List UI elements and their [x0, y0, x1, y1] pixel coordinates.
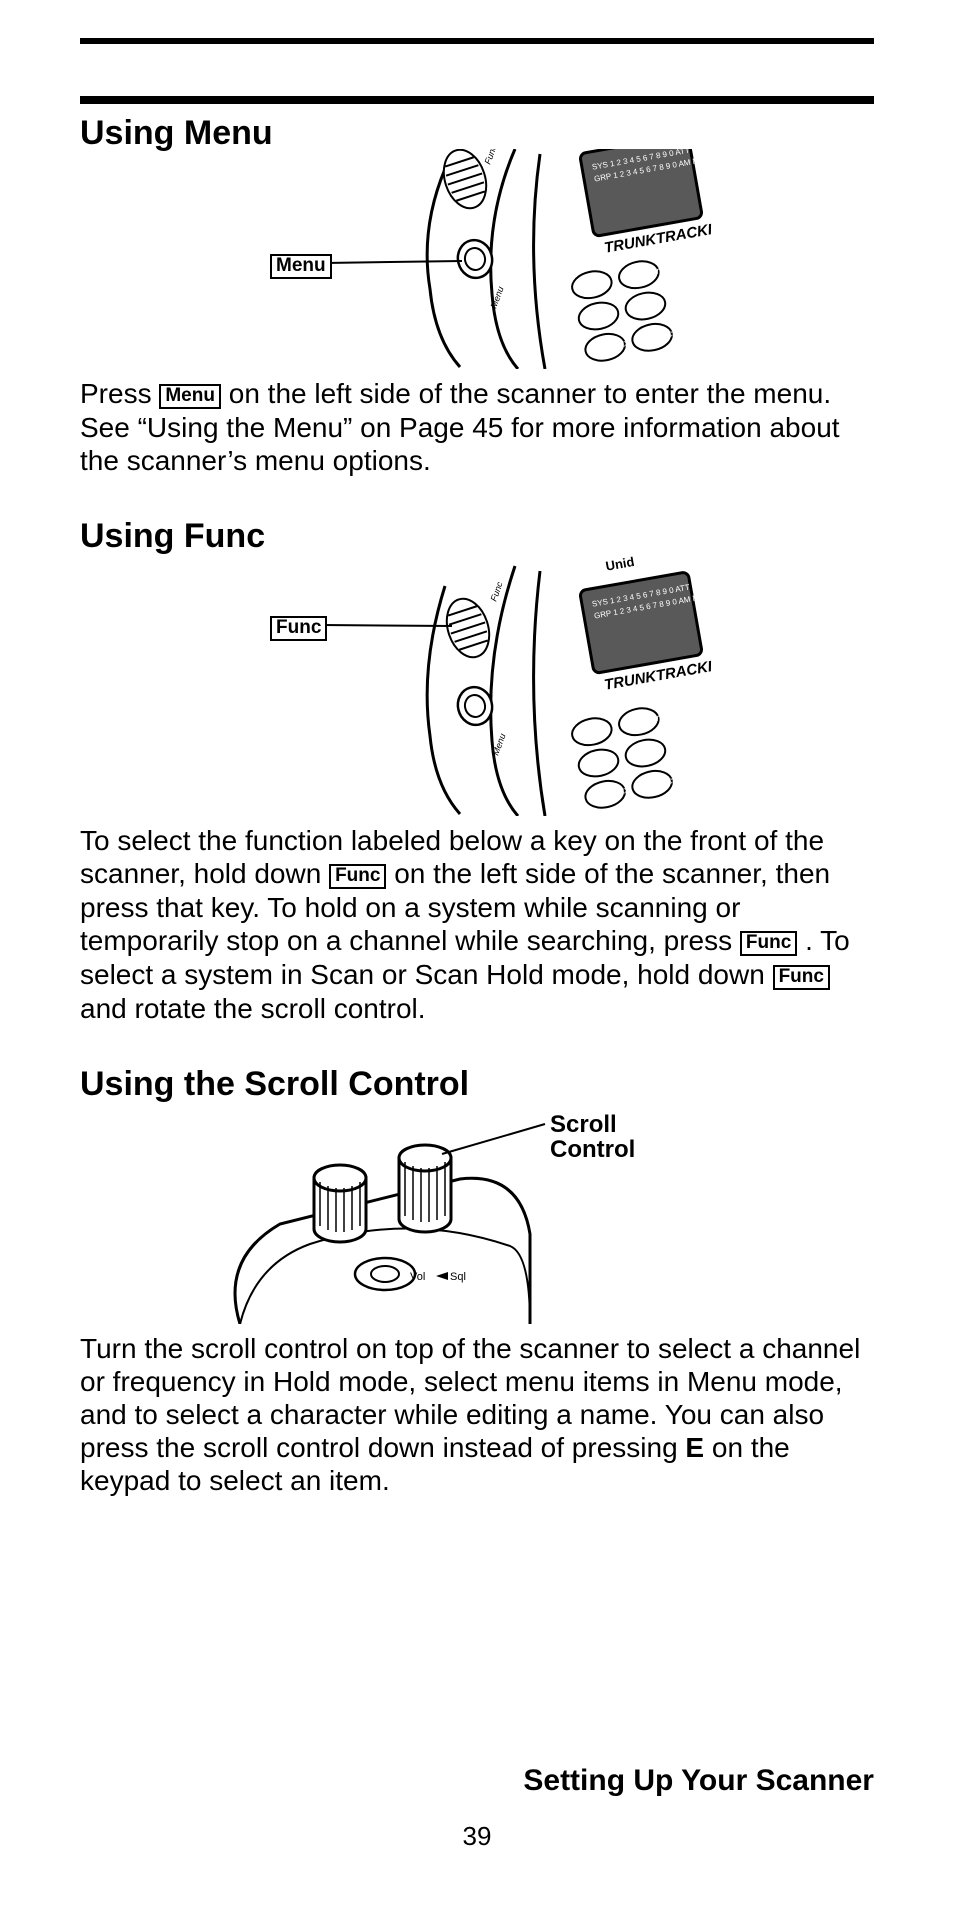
svg-text:Rcl: Rcl: [661, 774, 677, 787]
scanner-side-drawing: Func Menu SYS 1 2 3 4 5 6 7 8 9 0 ATT PR…: [270, 149, 810, 369]
key-func-inline-2: Func: [740, 931, 797, 956]
top-double-rule: [80, 38, 874, 44]
svg-text:Rcl: Rcl: [661, 327, 677, 340]
svg-text:Sql: Sql: [450, 1271, 466, 1283]
figure-func-label: Func: [270, 616, 327, 641]
footer-section-title: Setting Up Your Scanner: [523, 1764, 874, 1798]
heading-using-func: Using Func: [80, 517, 874, 556]
key-func-inline-3: Func: [773, 965, 830, 990]
figure-scroll: Scroll Control Vol Sql: [210, 1104, 710, 1324]
svg-text:Unid: Unid: [604, 556, 635, 574]
scanner-side-drawing-2: Func Menu Unid SYS 1 2 3 4 5 6 7 8 9 0 A…: [270, 556, 810, 816]
key-func-inline-1: Func: [329, 864, 386, 889]
figure-menu: Menu Func Menu: [270, 149, 810, 369]
svg-text:Func: Func: [482, 149, 498, 166]
svg-text:Vol: Vol: [410, 1271, 425, 1283]
paragraph-using-menu: Press Menu on the left side of the scann…: [80, 377, 874, 477]
key-menu-inline: Menu: [159, 384, 221, 409]
p2-text-d: and rotate the scroll control.: [80, 993, 426, 1024]
paragraph-using-func: To select the function labeled below a k…: [80, 824, 874, 1025]
svg-text:Pri: Pri: [650, 265, 664, 277]
svg-text:Func: Func: [488, 580, 504, 603]
p1-text-a: Press: [80, 378, 159, 409]
key-e-inline: E: [685, 1432, 704, 1463]
paragraph-scroll: Turn the scroll control on top of the sc…: [80, 1332, 874, 1497]
figure-func: Func Func Menu: [270, 556, 810, 816]
page-number: 39: [0, 1821, 954, 1852]
svg-text:Pri: Pri: [650, 712, 664, 724]
figure-menu-label: Menu: [270, 254, 332, 279]
heading-using-menu: Using Menu: [80, 114, 874, 153]
figure-scroll-label: Scroll Control: [550, 1112, 670, 1162]
heading-scroll: Using the Scroll Control: [80, 1065, 874, 1104]
section-rule: [80, 96, 874, 104]
page: Using Menu Menu Func Menu: [0, 0, 954, 1908]
